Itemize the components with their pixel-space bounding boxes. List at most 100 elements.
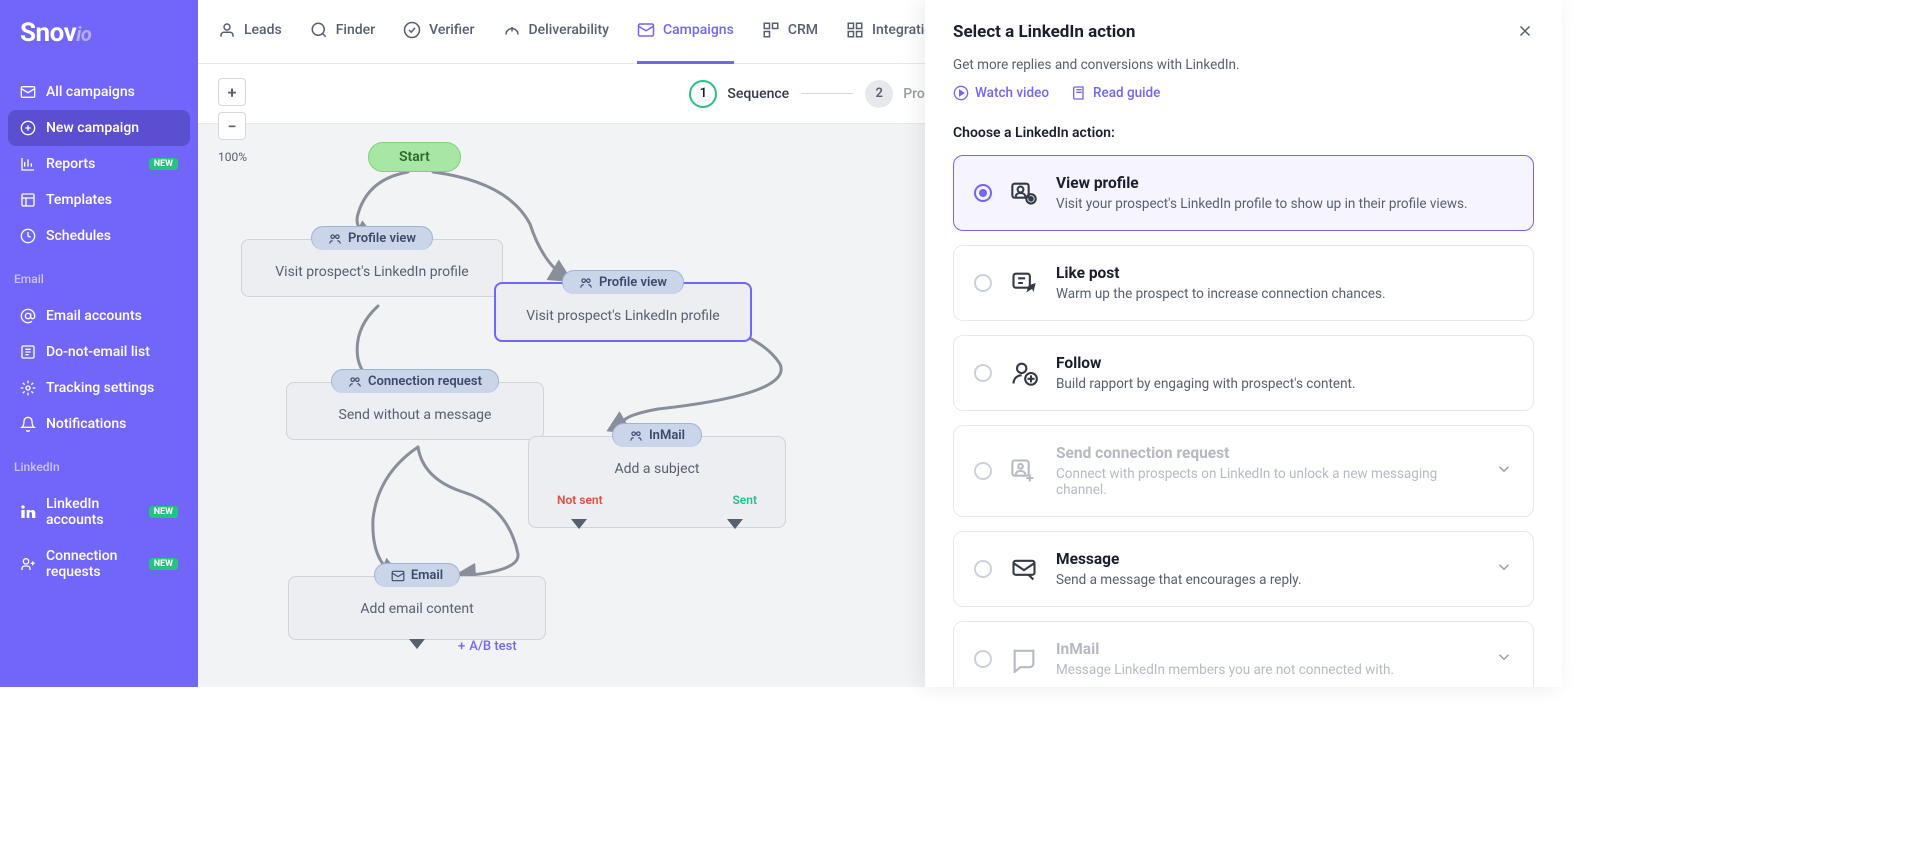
search-icon: [310, 21, 328, 39]
sidebar-item-schedules[interactable]: Schedules: [8, 218, 190, 254]
top-verifier[interactable]: Verifier: [403, 0, 474, 64]
logo-main: Snov: [20, 18, 76, 48]
top-label: Verifier: [429, 22, 474, 38]
radio-button[interactable]: [974, 184, 992, 202]
zoom-in-button[interactable]: +: [218, 78, 246, 106]
user-plus-icon: [20, 556, 36, 572]
action-view-profile[interactable]: View profile Visit your prospect's Linke…: [953, 155, 1534, 231]
plus-circle-icon: [20, 120, 36, 136]
panel-title: Select a LinkedIn action: [953, 22, 1135, 42]
crm-icon: [762, 21, 780, 39]
profile-view-icon: [1010, 179, 1038, 207]
plus-icon: +: [458, 639, 465, 654]
node-body: Add email content: [289, 587, 545, 633]
sidebar-item-dne-list[interactable]: Do-not-email list: [8, 334, 190, 370]
action-follow[interactable]: Follow Build rapport by engaging with pr…: [953, 335, 1534, 411]
action-message[interactable]: Message Send a message that encourages a…: [953, 531, 1534, 607]
step-sequence[interactable]: 1 Sequence: [689, 80, 789, 108]
node-connection-request[interactable]: Connection request Send without a messag…: [286, 382, 544, 440]
action-connection-request[interactable]: Send connection request Connect with pro…: [953, 425, 1534, 517]
radio-button[interactable]: [974, 560, 992, 578]
action-inmail[interactable]: InMail Message LinkedIn members you are …: [953, 621, 1534, 687]
radio-button[interactable]: [974, 650, 992, 668]
list-icon: [20, 344, 36, 360]
message-icon: [1010, 555, 1038, 583]
action-desc: Connect with prospects on LinkedIn to un…: [1056, 466, 1477, 498]
sidebar-item-all-campaigns[interactable]: All campaigns: [8, 74, 190, 110]
envelope-icon: [637, 21, 655, 39]
sidebar-item-reports[interactable]: Reports NEW: [8, 146, 190, 182]
sidebar-item-tracking[interactable]: Tracking settings: [8, 370, 190, 406]
sidebar-section-linkedin: LinkedIn: [0, 450, 198, 478]
new-badge: NEW: [149, 158, 178, 170]
sidebar-item-templates[interactable]: Templates: [8, 182, 190, 218]
logo: Snovio: [0, 0, 198, 66]
chevron-down-icon: [1495, 558, 1513, 580]
close-button[interactable]: [1516, 22, 1534, 45]
node-start[interactable]: Start: [368, 142, 461, 172]
gear-icon: [20, 380, 36, 396]
output-triangle: [727, 519, 743, 529]
top-label: Deliverability: [529, 22, 609, 38]
node-body: Add a subject: [529, 447, 785, 493]
action-desc: Build rapport by engaging with prospect'…: [1056, 376, 1513, 392]
top-finder[interactable]: Finder: [310, 0, 375, 64]
new-badge: NEW: [149, 558, 178, 570]
node-email[interactable]: Email Add email content: [288, 576, 546, 640]
ab-test-button[interactable]: + A/B test: [458, 639, 517, 654]
action-desc: Message LinkedIn members you are not con…: [1056, 662, 1477, 678]
sidebar-item-notifications[interactable]: Notifications: [8, 406, 190, 442]
node-profile-view-1[interactable]: Profile view Visit prospect's LinkedIn p…: [241, 239, 503, 297]
action-like-post[interactable]: Like post Warm up the prospect to increa…: [953, 245, 1534, 321]
step-label: Sequence: [727, 86, 789, 102]
like-icon: [1010, 269, 1038, 297]
node-header: Profile view: [311, 226, 433, 250]
action-title: View profile: [1056, 174, 1513, 192]
action-title: InMail: [1056, 640, 1477, 658]
top-leads[interactable]: Leads: [218, 0, 282, 64]
node-body: Visit prospect's LinkedIn profile: [242, 250, 502, 296]
sidebar-item-label: Do-not-email list: [46, 344, 150, 360]
template-icon: [20, 192, 36, 208]
top-label: Finder: [336, 22, 375, 38]
sidebar-section-email: Email: [0, 262, 198, 290]
sidebar-item-email-accounts[interactable]: Email accounts: [8, 298, 190, 334]
top-crm[interactable]: CRM: [762, 0, 818, 64]
radio-button[interactable]: [974, 364, 992, 382]
sidebar-item-connection-requests[interactable]: Connection requests NEW: [8, 538, 190, 590]
connection-icon: [1010, 457, 1038, 485]
sidebar-item-label: Notifications: [46, 416, 126, 432]
node-header: InMail: [612, 423, 702, 447]
top-deliverability[interactable]: Deliverability: [503, 0, 609, 64]
top-label: Leads: [244, 22, 282, 38]
sidebar-item-new-campaign[interactable]: New campaign: [8, 110, 190, 146]
user-icon: [218, 21, 236, 39]
action-title: Like post: [1056, 264, 1513, 282]
action-desc: Visit your prospect's LinkedIn profile t…: [1056, 196, 1513, 212]
sidebar-item-label: LinkedIn accounts: [46, 496, 139, 528]
watch-video-link[interactable]: Watch video: [953, 85, 1049, 101]
node-inmail[interactable]: InMail Add a subject Not sent Sent: [528, 436, 786, 528]
sidebar-item-label: Tracking settings: [46, 380, 154, 396]
sidebar-item-label: Reports: [46, 156, 95, 172]
step-number: 1: [689, 80, 717, 108]
at-icon: [20, 308, 36, 324]
action-desc: Send a message that encourages a reply.: [1056, 572, 1477, 588]
panel-section-title: Choose a LinkedIn action:: [953, 125, 1534, 141]
read-guide-link[interactable]: Read guide: [1071, 85, 1160, 101]
node-profile-view-2[interactable]: Profile view Visit prospect's LinkedIn p…: [494, 282, 752, 342]
link-label: Watch video: [975, 85, 1049, 101]
action-title: Follow: [1056, 354, 1513, 372]
action-title: Message: [1056, 550, 1477, 568]
radio-button[interactable]: [974, 462, 992, 480]
linkedin-action-panel: Select a LinkedIn action Get more replie…: [925, 0, 1562, 687]
bell-icon: [20, 416, 36, 432]
radio-button[interactable]: [974, 274, 992, 292]
sidebar-item-linkedin-accounts[interactable]: LinkedIn accounts NEW: [8, 486, 190, 538]
top-label: Campaigns: [663, 22, 734, 38]
chevron-down-icon: [1495, 460, 1513, 482]
node-body: Visit prospect's LinkedIn profile: [496, 294, 750, 340]
node-header: Email: [374, 563, 460, 587]
top-campaigns[interactable]: Campaigns: [637, 0, 734, 64]
sidebar-item-label: Email accounts: [46, 308, 142, 324]
